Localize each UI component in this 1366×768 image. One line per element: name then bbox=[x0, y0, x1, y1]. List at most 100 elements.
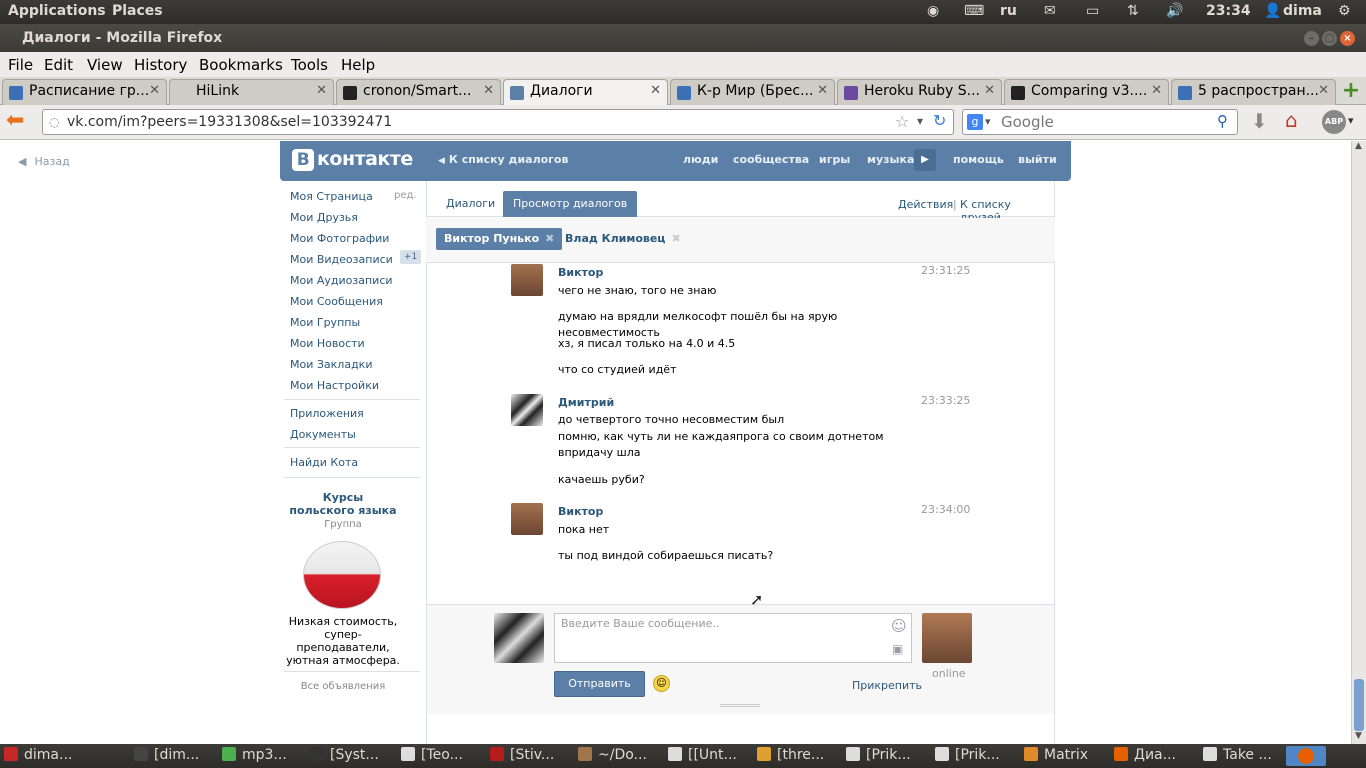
home-icon[interactable]: ⌂ bbox=[1285, 108, 1298, 132]
tab-close-icon[interactable]: ✕ bbox=[483, 83, 494, 98]
edit-link[interactable]: ред. bbox=[394, 190, 417, 201]
tab-close-icon[interactable]: ✕ bbox=[1151, 83, 1162, 98]
menu-my-photos[interactable]: Мои Фотографии bbox=[290, 232, 389, 245]
tab-comparing[interactable]: Comparing v3.... ✕ bbox=[1004, 79, 1169, 105]
chrome-tray-icon[interactable]: ◉ bbox=[927, 3, 939, 19]
tab-close-icon[interactable]: ✕ bbox=[984, 83, 995, 98]
gear-icon[interactable]: ⚙ bbox=[1338, 3, 1351, 19]
to-dialog-list-link[interactable]: ◀ К списку диалогов bbox=[438, 153, 568, 166]
menu-my-videos[interactable]: Мои Видеозаписи bbox=[290, 253, 393, 266]
menu-file[interactable]: File bbox=[8, 56, 33, 74]
tab-close-icon[interactable]: ✕ bbox=[149, 83, 160, 98]
camera-icon[interactable]: ▣ bbox=[892, 642, 903, 656]
close-icon[interactable]: × bbox=[1340, 31, 1355, 46]
message-input[interactable]: Введите Ваше сообщение.. ☺ ▣ bbox=[554, 613, 912, 663]
avatar[interactable] bbox=[511, 503, 543, 535]
peer-chip-vlad[interactable]: Влад Климовец ✖ bbox=[557, 228, 689, 250]
tab-schedule[interactable]: Расписание гр... ✕ bbox=[2, 79, 167, 105]
task-item[interactable]: mp3... bbox=[222, 747, 287, 763]
task-item[interactable]: [[Unt... bbox=[668, 747, 737, 763]
nav-games[interactable]: игры bbox=[819, 153, 850, 166]
attach-link[interactable]: Прикрепить bbox=[852, 679, 922, 692]
task-item[interactable]: [thre... bbox=[757, 747, 824, 763]
menu-view[interactable]: View bbox=[87, 56, 123, 74]
tab-dialogs[interactable]: Диалоги ✕ bbox=[503, 79, 668, 105]
chevron-down-icon[interactable]: ▾ bbox=[985, 115, 991, 128]
smiley-icon[interactable]: ☺ bbox=[891, 617, 907, 635]
task-item[interactable]: [Syst... bbox=[310, 747, 379, 763]
task-item[interactable]: Matrix bbox=[1024, 747, 1088, 763]
menu-my-page[interactable]: Моя Страница bbox=[290, 190, 373, 203]
places-menu[interactable]: Places bbox=[112, 3, 163, 19]
nav-logout[interactable]: выйти bbox=[1018, 153, 1057, 166]
reload-icon[interactable]: ↻ bbox=[933, 111, 946, 130]
menu-edit[interactable]: Edit bbox=[44, 56, 73, 74]
adblock-icon[interactable]: ABP bbox=[1322, 110, 1346, 134]
tab-dialogs-list[interactable]: Диалоги bbox=[436, 191, 505, 217]
message-time[interactable]: 23:33:25 bbox=[921, 394, 970, 407]
menu-my-bookmarks[interactable]: Мои Закладки bbox=[290, 358, 372, 371]
scroll-up-icon[interactable]: ▲ bbox=[1355, 141, 1362, 151]
tab-close-icon[interactable]: ✕ bbox=[817, 83, 828, 98]
task-item[interactable]: [Prik... bbox=[846, 747, 911, 763]
tab-github-cronon[interactable]: cronon/Smart... ✕ bbox=[336, 79, 501, 105]
menu-my-groups[interactable]: Мои Группы bbox=[290, 316, 360, 329]
resize-handle[interactable] bbox=[720, 704, 760, 707]
tab-close-icon[interactable]: ✕ bbox=[316, 83, 327, 98]
user-name[interactable]: dima bbox=[1283, 3, 1322, 19]
close-icon[interactable]: ✖ bbox=[671, 232, 680, 245]
menu-my-messages[interactable]: Мои Сообщения bbox=[290, 295, 383, 308]
minimize-icon[interactable]: – bbox=[1304, 31, 1319, 46]
back-link[interactable]: ◀ Назад bbox=[18, 155, 70, 168]
menu-my-audio[interactable]: Мои Аудиозаписи bbox=[290, 274, 393, 287]
lang-indicator[interactable]: ru bbox=[1000, 3, 1017, 19]
clock[interactable]: 23:34 bbox=[1206, 3, 1251, 19]
tab-5-common[interactable]: 5 распростран... ✕ bbox=[1171, 79, 1336, 105]
battery-icon[interactable]: ▭ bbox=[1086, 3, 1099, 19]
tab-view-dialogs[interactable]: Просмотр диалогов bbox=[503, 191, 638, 217]
mail-icon[interactable]: ✉ bbox=[1044, 3, 1056, 19]
menu-bookmarks[interactable]: Bookmarks bbox=[199, 56, 283, 74]
ad-title[interactable]: Курсы польского языка bbox=[285, 491, 401, 517]
menu-my-friends[interactable]: Мои Друзья bbox=[290, 211, 358, 224]
menu-find-cat[interactable]: Найди Кота bbox=[290, 456, 358, 469]
task-item[interactable]: [dim... bbox=[134, 747, 199, 763]
play-icon[interactable]: ▶ bbox=[914, 149, 936, 171]
keyboard-icon[interactable]: ⌨ bbox=[964, 3, 984, 19]
avatar[interactable] bbox=[511, 264, 543, 296]
star-icon[interactable]: ☆ bbox=[895, 112, 909, 131]
new-tab-icon[interactable]: + bbox=[1340, 80, 1362, 102]
message-time[interactable]: 23:34:00 bbox=[921, 503, 970, 516]
nav-people[interactable]: люди bbox=[683, 153, 718, 166]
back-arrow-icon[interactable]: ⬅ bbox=[6, 108, 24, 133]
task-item[interactable]: dima... bbox=[4, 747, 72, 763]
message-author[interactable]: Виктор bbox=[558, 266, 603, 279]
network-icon[interactable]: ⇅ bbox=[1127, 3, 1139, 19]
page-scrollbar[interactable]: ▲ ▼ bbox=[1351, 141, 1366, 744]
download-icon[interactable]: ⬇ bbox=[1251, 109, 1268, 133]
peer-avatar[interactable] bbox=[922, 613, 972, 663]
send-button[interactable]: Отправить bbox=[554, 671, 645, 697]
tab-close-icon[interactable]: ✕ bbox=[1318, 83, 1329, 98]
menu-my-settings[interactable]: Мои Настройки bbox=[290, 379, 379, 392]
avatar[interactable] bbox=[511, 394, 543, 426]
message-time[interactable]: 23:31:25 bbox=[921, 264, 970, 277]
maximize-icon[interactable]: □ bbox=[1322, 31, 1337, 46]
actions-link[interactable]: Действия bbox=[898, 198, 953, 211]
search-input[interactable]: g ▾ Google ⚲ bbox=[962, 109, 1238, 135]
google-icon[interactable]: g bbox=[967, 114, 983, 130]
menu-history[interactable]: History bbox=[134, 56, 187, 74]
nav-communities[interactable]: сообщества bbox=[733, 153, 809, 166]
task-item[interactable]: Take ... bbox=[1203, 747, 1272, 763]
scrollbar-thumb[interactable] bbox=[1354, 679, 1364, 731]
task-item[interactable]: ~/Do... bbox=[578, 747, 647, 763]
search-icon[interactable]: ⚲ bbox=[1217, 112, 1228, 130]
message-author[interactable]: Дмитрий bbox=[558, 396, 614, 409]
menu-tools[interactable]: Tools bbox=[291, 56, 328, 74]
task-item[interactable]: [Prik... bbox=[935, 747, 1000, 763]
window-titlebar[interactable]: Диалоги - Mozilla Firefox – □ × bbox=[0, 24, 1366, 52]
tab-close-icon[interactable]: ✕ bbox=[650, 83, 661, 98]
task-item[interactable]: [Stiv... bbox=[490, 747, 554, 763]
peer-chip-viktor[interactable]: Виктор Пунько ✖ bbox=[436, 228, 563, 250]
polish-flag-image[interactable] bbox=[303, 541, 381, 609]
